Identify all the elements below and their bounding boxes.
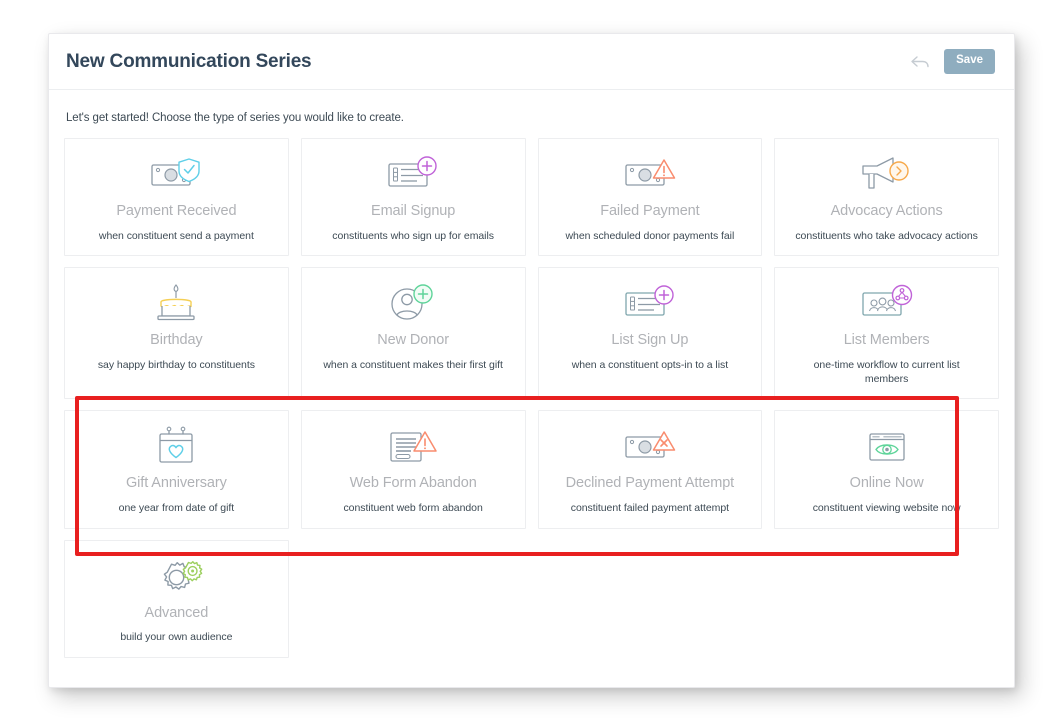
tile-description: constituents who sign up for emails — [332, 229, 494, 242]
birthday-cake-icon — [146, 282, 206, 326]
tile-advanced[interactable]: Advanced build your own audience — [64, 539, 289, 658]
form-list-plus-icon — [620, 282, 680, 326]
tile-placeholder — [301, 540, 526, 658]
tile-description: when constituent send a payment — [98, 229, 254, 242]
tile-description: constituent web form abandon — [343, 502, 483, 515]
screen: New Communication Series Save Let's get … — [0, 0, 1063, 720]
browser-eye-icon — [857, 425, 917, 469]
tile-title: List Sign Up — [611, 332, 689, 349]
form-list-plus-icon — [383, 153, 443, 197]
tile-title: Declined Payment Attempt — [565, 475, 735, 492]
tile-description: build your own audience — [120, 631, 233, 644]
tile-new-donor[interactable]: New Donor when a constituent makes their… — [300, 267, 526, 400]
tile-title: Online Now — [849, 475, 924, 492]
tile-description: one year from date of gift — [118, 502, 235, 515]
tile-list-members[interactable]: List Members one-time workflow to curren… — [774, 267, 999, 400]
series-type-grid: Payment Received when constituent send a… — [64, 138, 999, 658]
header-actions: Save — [909, 49, 995, 74]
tile-declined-payment-attempt[interactable]: Declined Payment Attempt constituent fai… — [537, 410, 763, 529]
tile-title: Advocacy Actions — [830, 203, 943, 219]
page-title: New Communication Series — [66, 51, 312, 72]
tile-description: when scheduled donor payments fail — [565, 229, 735, 242]
tile-description: one-time workflow to current list member… — [813, 359, 960, 386]
tile-title: Advanced — [144, 604, 209, 621]
tile-description: when a constituent opts-in to a list — [571, 359, 729, 372]
tile-title: Web Form Abandon — [349, 475, 477, 492]
tile-placeholder — [774, 540, 999, 658]
tile-birthday[interactable]: Birthday say happy birthday to constitue… — [64, 267, 289, 400]
gears-icon — [148, 555, 204, 599]
tile-title: Payment Received — [116, 203, 237, 219]
tile-description: constituents who take advocacy actions — [795, 229, 978, 242]
tile-title: Failed Payment — [600, 203, 700, 219]
card-header: New Communication Series Save — [49, 34, 1014, 90]
intro-text: Let's get started! Choose the type of se… — [66, 112, 404, 124]
tile-title: Birthday — [150, 332, 203, 349]
people-group-network-icon — [857, 282, 917, 326]
tile-description: say happy birthday to constituents — [97, 359, 255, 372]
tile-title: Gift Anniversary — [126, 475, 227, 492]
tile-placeholder — [538, 540, 763, 658]
banknote-warning-icon — [620, 153, 680, 197]
series-type-grid-wrap: Payment Received when constituent send a… — [49, 138, 1014, 658]
calendar-heart-icon — [148, 425, 204, 469]
tile-email-signup[interactable]: Email Signup constituents who sign up fo… — [300, 138, 526, 257]
banknote-warning-x-icon — [620, 425, 680, 469]
tile-failed-payment[interactable]: Failed Payment when scheduled donor paym… — [537, 138, 763, 257]
save-button[interactable]: Save — [944, 49, 995, 74]
tile-payment-received[interactable]: Payment Received when constituent send a… — [64, 138, 289, 257]
tile-description: constituent viewing website now — [812, 502, 961, 515]
tile-online-now[interactable]: Online Now constituent viewing website n… — [774, 410, 999, 529]
tile-list-sign-up[interactable]: List Sign Up when a constituent opts-in … — [537, 267, 763, 400]
tile-description: when a constituent makes their first gif… — [323, 359, 503, 372]
back-arrow-icon[interactable] — [909, 52, 931, 72]
document-warning-icon — [383, 425, 443, 469]
tile-gift-anniversary[interactable]: Gift Anniversary one year from date of g… — [64, 410, 289, 529]
tile-title: New Donor — [377, 332, 449, 349]
tile-description: constituent failed payment attempt — [570, 502, 729, 515]
tile-title: Email Signup — [371, 203, 456, 219]
tile-advocacy-actions[interactable]: Advocacy Actions constituents who take a… — [774, 138, 999, 257]
tile-web-form-abandon[interactable]: Web Form Abandon constituent web form ab… — [300, 410, 526, 529]
person-plus-icon — [383, 282, 443, 326]
megaphone-arrow-icon — [857, 153, 917, 197]
new-communication-series-card: New Communication Series Save Let's get … — [48, 33, 1015, 688]
tile-title: List Members — [843, 332, 930, 349]
banknote-shield-check-icon — [146, 153, 206, 197]
